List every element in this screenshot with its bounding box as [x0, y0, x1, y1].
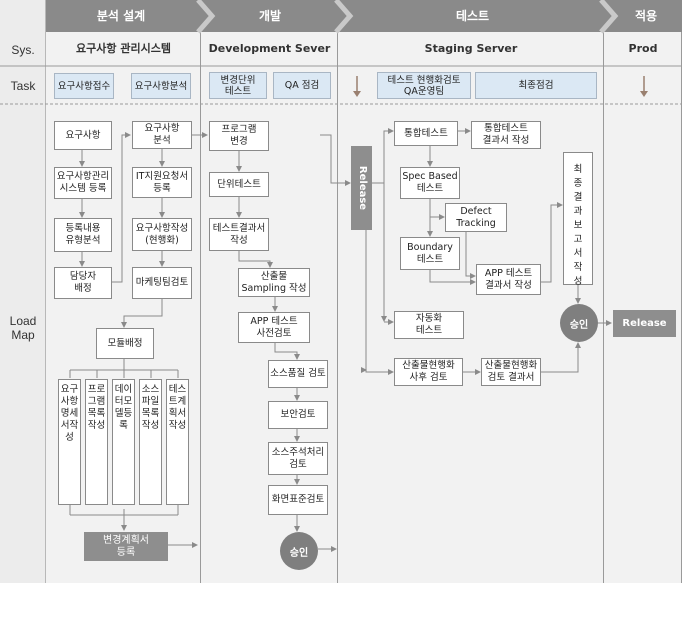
- box-app-pre-review: APP 테스트 사전검토: [238, 312, 310, 343]
- box-source-quality: 소스품질 검토: [268, 360, 328, 388]
- doc-source-file-list: 소스파일목록작성: [139, 379, 162, 505]
- box-app-test-result: APP 테스트 결과서 작성: [476, 264, 541, 295]
- prod-release-box: Release: [613, 310, 676, 337]
- box-integration-test: 통합테스트: [394, 121, 458, 146]
- box-integration-result: 통합테스트 결과서 작성: [471, 121, 541, 149]
- release-bar-label: Release: [357, 165, 368, 211]
- doc-test-plan: 테스트계획서작성: [166, 379, 189, 505]
- dev-approve-circle: 승인: [280, 532, 318, 570]
- box-sampling: 산출물 Sampling 작성: [238, 268, 310, 297]
- doc-program-list: 프로그램목록작성: [85, 379, 108, 505]
- box-post-review: 산출물현행화 사후 검토: [394, 358, 463, 386]
- test-approve-circle: 승인: [560, 304, 598, 342]
- box-test-result-write: 테스트결과서 작성: [209, 218, 269, 251]
- box-comment-review: 소스주석처리 검토: [268, 442, 328, 475]
- box-program-change: 프로그램 변경: [209, 121, 269, 151]
- box-post-review-result: 산출물현행화 검토 결과서: [481, 358, 541, 386]
- box-security-review: 보안검토: [268, 401, 328, 429]
- box-boundary-test: Boundary 테스트: [400, 237, 460, 270]
- box-change-plan-register: 변경계획서 등록: [84, 532, 168, 561]
- box-spec-based-test: Spec Based 테스트: [400, 167, 460, 199]
- box-unit-test: 단위테스트: [209, 172, 269, 197]
- doc-data-model: 데이터모델등록: [112, 379, 135, 505]
- box-defect-tracking: Defect Tracking: [445, 203, 507, 232]
- doc-req-spec: 요구사항명세서작성: [58, 379, 81, 505]
- box-ui-standard-review: 화면표준검토: [268, 485, 328, 515]
- box-automation-test: 자동화 테스트: [394, 311, 464, 339]
- box-final-report: 최종결과 보고서작성: [563, 152, 593, 287]
